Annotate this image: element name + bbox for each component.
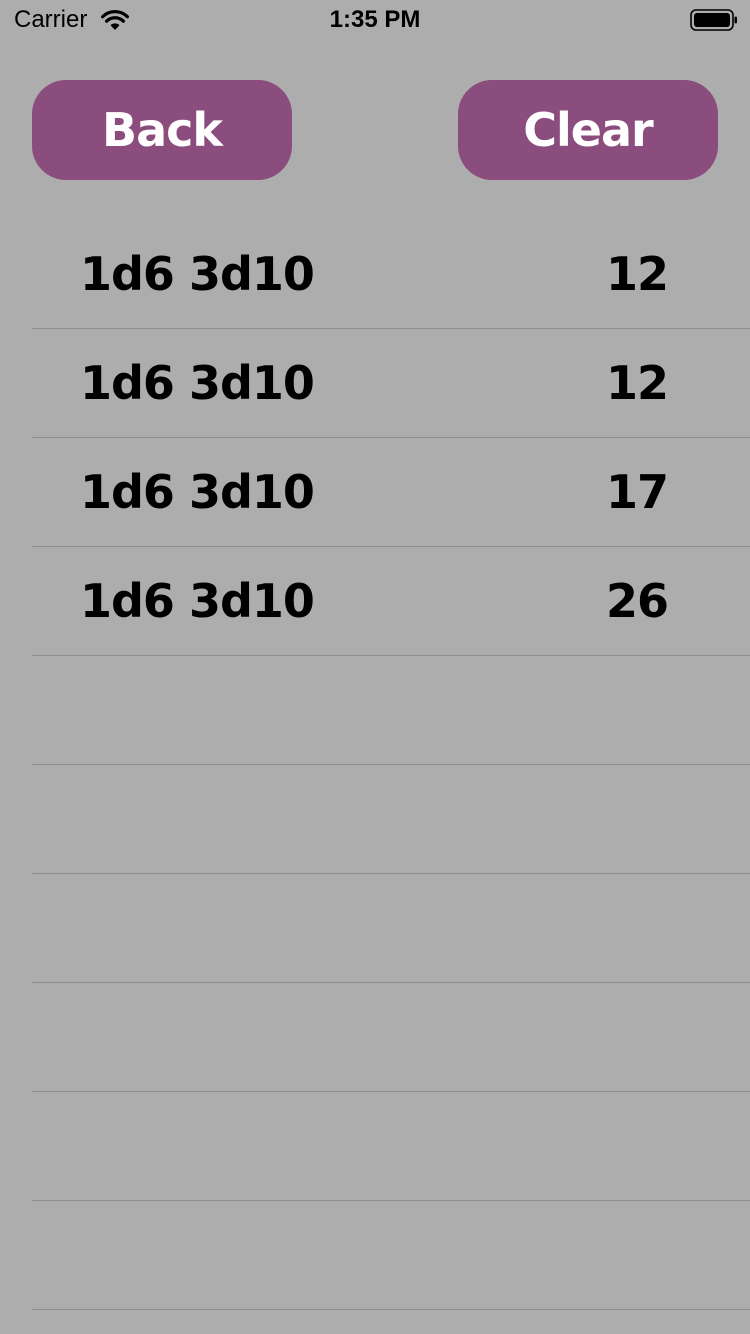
list-item[interactable]: 1d6 3d10 26 bbox=[32, 547, 750, 656]
roll-history-list: 1d6 3d10 12 1d6 3d10 12 1d6 3d10 17 1d6 … bbox=[32, 220, 750, 1310]
list-item[interactable] bbox=[32, 874, 750, 983]
roll-total: 17 bbox=[605, 465, 669, 519]
status-bar: Carrier 1:35 PM bbox=[0, 0, 750, 40]
clear-button[interactable]: Clear bbox=[458, 80, 718, 180]
list-item[interactable] bbox=[32, 983, 750, 1092]
list-item[interactable]: 1d6 3d10 12 bbox=[32, 220, 750, 329]
roll-total: 12 bbox=[605, 247, 669, 301]
status-time: 1:35 PM bbox=[329, 6, 421, 33]
list-item[interactable] bbox=[32, 656, 750, 765]
back-button[interactable]: Back bbox=[32, 80, 292, 180]
battery-icon bbox=[690, 9, 738, 31]
roll-total: 26 bbox=[605, 574, 669, 628]
list-item[interactable] bbox=[32, 1092, 750, 1201]
list-item[interactable]: 1d6 3d10 12 bbox=[32, 329, 750, 438]
roll-expression: 1d6 3d10 bbox=[80, 356, 315, 410]
roll-expression: 1d6 3d10 bbox=[80, 465, 315, 519]
list-item[interactable]: 1d6 3d10 17 bbox=[32, 438, 750, 547]
roll-expression: 1d6 3d10 bbox=[80, 247, 315, 301]
roll-expression: 1d6 3d10 bbox=[80, 574, 315, 628]
list-item[interactable] bbox=[32, 765, 750, 874]
list-item[interactable] bbox=[32, 1201, 750, 1310]
roll-total: 12 bbox=[605, 356, 669, 410]
